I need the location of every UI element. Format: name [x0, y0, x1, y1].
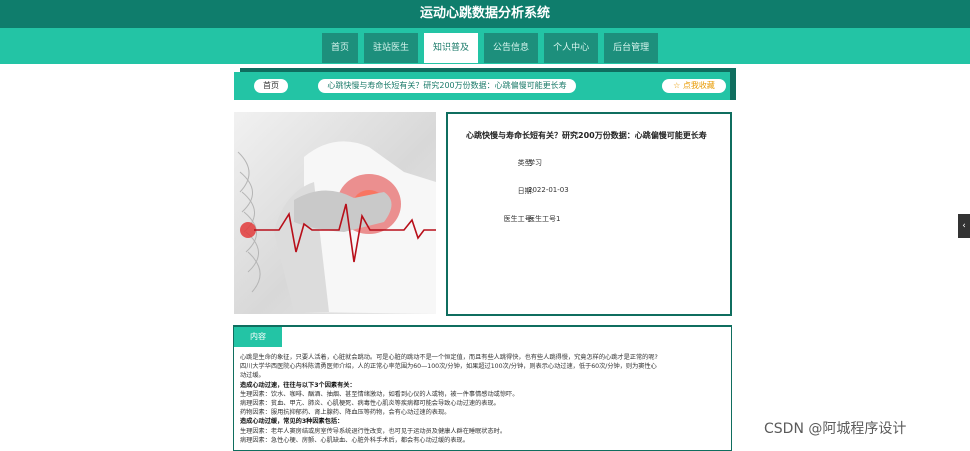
article-image — [234, 112, 436, 314]
info-value: 学习 — [528, 159, 542, 167]
content-line: 病理因素：贫血、甲亢、肺炎、心肌梗死、病毒性心肌炎等疾病都可能会导致心动过速的表… — [240, 400, 500, 408]
nav-item-home[interactable]: 首页 — [322, 33, 359, 63]
breadcrumb-home-button[interactable]: 首页 — [254, 79, 288, 93]
article-title: 心跳快慢与寿命长短有关？研究200万份数据：心跳偏慢可能更长寿 — [466, 131, 707, 140]
side-collapse-handle[interactable]: ‹ — [958, 214, 970, 238]
content-line: 动过缓。 — [240, 372, 265, 380]
content-line: 药物因素：服用抗抑郁药、肾上腺药、降血压等药物，会有心动过速的表现。 — [240, 409, 451, 417]
breadcrumb-current: 心跳快慢与寿命长短有关？研究200万份数据：心跳偏慢可能更长寿 — [318, 79, 576, 93]
breadcrumb: 首页 心跳快慢与寿命长短有关？研究200万份数据：心跳偏慢可能更长寿 ☆ 点我收… — [234, 72, 736, 100]
content-heading: 造成心动过速，往往与以下3个因素有关： — [240, 381, 356, 389]
nav-item-admin[interactable]: 后台管理 — [604, 33, 659, 63]
content-line: 四川大学华西医院心内科陈清勇医师介绍，人的正常心率范围为60—100次/分钟，如… — [240, 363, 657, 371]
info-label: 医生工号: — [503, 215, 534, 223]
content-text: 心跳是生命的象征，只要人活着，心脏就会跳动。可是心脏的跳动不是一个恒定值，而且有… — [240, 353, 724, 445]
nav-item-doctors[interactable]: 驻站医生 — [364, 33, 419, 63]
watermark: CSDN @阿城程序设计 — [764, 421, 907, 437]
info-label: 日期: — [517, 187, 534, 195]
content-line: 生理因素：饮水、咖啡、酗酒、抽烟、甚至情绪激动，如看到心仪的人或物，被一件事情感… — [240, 390, 519, 398]
main-nav: 首页 驻站医生 知识普及 公告信息 个人中心 后台管理 — [322, 33, 659, 63]
article-info-card: 心跳快慢与寿命长短有关？研究200万份数据：心跳偏慢可能更长寿 类型: 学习 日… — [446, 112, 732, 316]
nav-item-knowledge[interactable]: 知识普及 — [424, 33, 479, 63]
info-value: 2022-01-03 — [528, 186, 569, 194]
content-line: 心跳是生命的象征，只要人活着，心脏就会跳动。可是心脏的跳动不是一个恒定值，而且有… — [240, 354, 658, 361]
info-value: 医生工号1 — [528, 215, 561, 223]
heart-illustration-icon — [237, 141, 436, 314]
info-label: 类型: — [517, 159, 534, 167]
content-tab[interactable]: 内容 — [234, 327, 282, 347]
content-heading: 造成心动过缓，常见的3种因素包括： — [240, 418, 344, 426]
content-line: 病理因素：急性心梗、房颤、心肌缺血、心脏外科手术后，都会有心动过缓的表现。 — [240, 436, 469, 444]
favorite-button[interactable]: ☆ 点我收藏 — [662, 79, 726, 93]
content-line: 生理因素：老年人窦房结或房室传导系统退行性改变，也可见于运动员及健康人群在睡眠状… — [240, 427, 507, 435]
content-panel: 内容 心跳是生命的象征，只要人活着，心脏就会跳动。可是心脏的跳动不是一个恒定值，… — [233, 325, 732, 451]
nav-item-notices[interactable]: 公告信息 — [484, 33, 539, 63]
app-title: 运动心跳数据分析系统 — [0, 0, 970, 28]
nav-item-profile[interactable]: 个人中心 — [544, 33, 599, 63]
